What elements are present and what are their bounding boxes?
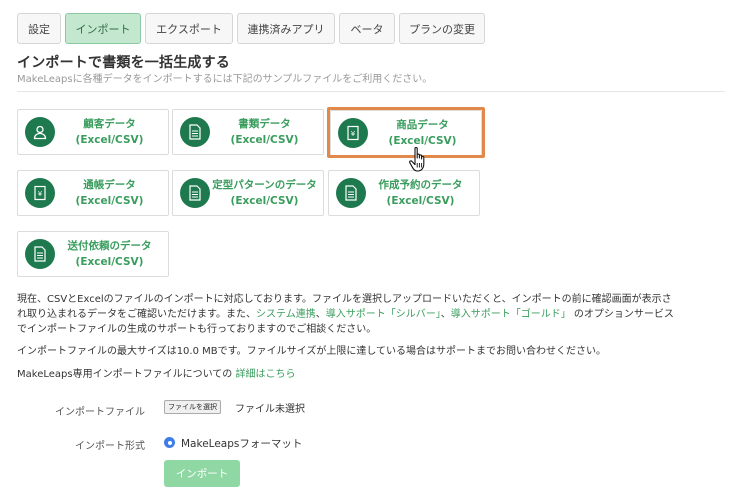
tab-label: インポート <box>75 22 131 36</box>
link-system-integration[interactable]: システム連携 <box>256 309 316 320</box>
import-button[interactable]: インポート <box>164 460 240 487</box>
info-line: でインポートファイルの生成のサポートも行っておりますのでご相談ください。 <box>17 324 377 335</box>
yen-book-icon: ¥ <box>25 178 55 208</box>
tab-label: ベータ <box>350 22 384 36</box>
sample-document-data[interactable]: 書類データ (Excel/CSV) <box>172 109 324 155</box>
sample-send-request-data[interactable]: 送付依頼のデータ (Excel/CSV) <box>17 231 169 277</box>
hand-cursor-icon <box>409 147 425 172</box>
tab-beta[interactable]: ベータ <box>339 13 395 44</box>
tab-settings[interactable]: 設定 <box>17 13 61 44</box>
sample-passbook-data[interactable]: ¥ 通帳データ (Excel/CSV) <box>17 170 169 216</box>
document-icon <box>180 178 210 208</box>
info-line: 現在、CSVとExcelのファイルのインポートに対応しております。ファイルを選択… <box>17 294 672 305</box>
format-option-label: MakeLeapsフォーマット <box>181 438 303 450</box>
tab-bar: 設定 インポート エクスポート 連携済みアプリ ベータ プランの変更 <box>17 13 489 44</box>
page-title: インポートで書類を一括生成する <box>17 55 230 71</box>
info-text: 、 <box>440 309 451 320</box>
tab-label: 設定 <box>28 22 50 36</box>
card-label: 書類データ (Excel/CSV) <box>230 118 299 146</box>
info-text: のオプションサービス <box>570 309 674 320</box>
sample-scheduled-creation-data[interactable]: 作成予約のデータ (Excel/CSV) <box>328 170 480 216</box>
document-icon <box>336 178 366 208</box>
tab-export[interactable]: エクスポート <box>145 13 233 44</box>
tab-import[interactable]: インポート <box>65 13 141 44</box>
info-text: 、 <box>315 309 326 320</box>
file-size-note: インポートファイルの最大サイズは10.0 MBです。ファイルサイズが上限に達して… <box>17 346 607 357</box>
document-icon <box>25 239 55 269</box>
file-status: ファイル未選択 <box>235 404 305 415</box>
card-label: 送付依頼のデータ (Excel/CSV) <box>67 240 152 268</box>
divider <box>17 91 725 92</box>
highlight-box <box>327 107 485 158</box>
details-link[interactable]: 詳細はこちら <box>235 369 295 380</box>
choose-file-button[interactable]: ファイルを選択 <box>164 400 221 414</box>
card-label: 作成予約のデータ (Excel/CSV) <box>378 179 463 207</box>
card-label: 通帳データ (Excel/CSV) <box>75 179 144 207</box>
tab-label: プランの変更 <box>409 22 475 36</box>
card-label: 定型パターンのデータ (Excel/CSV) <box>212 179 317 207</box>
info-paragraph: 現在、CSVとExcelのファイルのインポートに対応しております。ファイルを選択… <box>17 292 729 337</box>
tab-connected-apps[interactable]: 連携済みアプリ <box>237 13 335 44</box>
link-support-silver[interactable]: 導入サポート「シルバー」 <box>326 309 441 320</box>
tab-plan-change[interactable]: プランの変更 <box>399 13 485 44</box>
info-text: れ取り込まれるデータをご確認いただけます。また、 <box>17 309 256 320</box>
import-file-label: インポートファイル <box>55 407 145 418</box>
document-icon <box>180 117 210 147</box>
sample-template-pattern-data[interactable]: 定型パターンのデータ (Excel/CSV) <box>172 170 324 216</box>
info-line: れ取り込まれるデータをご確認いただけます。また、システム連携、導入サポート「シル… <box>17 307 729 322</box>
sample-customer-data[interactable]: 顧客データ (Excel/CSV) <box>17 109 169 155</box>
tab-label: 連携済みアプリ <box>247 22 325 36</box>
tab-label: エクスポート <box>156 22 222 36</box>
info-text: MakeLeaps専用インポートファイルについての <box>17 369 236 380</box>
svg-text:¥: ¥ <box>38 190 43 198</box>
format-radio[interactable] <box>164 437 175 448</box>
link-support-gold[interactable]: 導入サポート「ゴールド」 <box>451 309 571 320</box>
page-subtitle: MakeLeapsに各種データをインポートするには下記のサンプルファイルをご利用… <box>17 74 433 85</box>
card-label: 顧客データ (Excel/CSV) <box>75 118 144 146</box>
details-note: MakeLeaps専用インポートファイルについての 詳細はこちら <box>17 367 729 382</box>
person-icon <box>25 117 55 147</box>
import-format-label: インポート形式 <box>75 441 145 452</box>
